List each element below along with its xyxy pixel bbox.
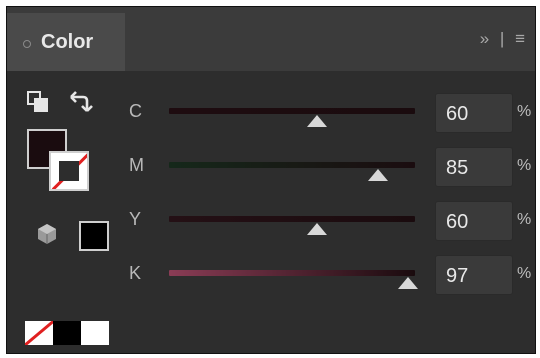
slider-row-y: Y 60 % <box>7 201 535 241</box>
slider-label-c: C <box>129 101 142 121</box>
panel-header: Color » | ≡ <box>7 7 535 71</box>
panel-controls: » | ≡ <box>474 29 525 49</box>
slider-track-c[interactable] <box>169 108 415 114</box>
value-field-k[interactable]: 97 <box>435 255 513 295</box>
value-field-m[interactable]: 85 <box>435 147 513 187</box>
slider-thumb-y[interactable] <box>306 223 327 235</box>
collapse-chevron-icon[interactable]: » <box>480 29 489 48</box>
quick-swatches <box>25 321 113 345</box>
slider-thumb-m[interactable] <box>368 169 389 181</box>
panel-body: C 60 % M 85 % Y 60 % K 97 % <box>7 71 535 353</box>
tab-grip-icon[interactable] <box>23 40 31 48</box>
slider-track-m[interactable] <box>169 162 415 168</box>
panel-menu-icon[interactable]: ≡ <box>515 29 525 48</box>
slider-label-y: Y <box>129 209 142 229</box>
slider-label-k: K <box>129 263 142 283</box>
slider-row-m: M 85 % <box>7 147 535 187</box>
white-swatch[interactable] <box>81 321 109 345</box>
color-panel: Color » | ≡ C 60 % M 85 % Y 60 % K 97 % <box>6 6 536 354</box>
slider-label-m: M <box>129 155 144 175</box>
none-swatch[interactable] <box>25 321 53 345</box>
slider-thumb-k[interactable] <box>397 277 418 289</box>
panel-title: Color <box>41 31 94 53</box>
value-field-y[interactable]: 60 <box>435 201 513 241</box>
slider-track-y[interactable] <box>169 216 415 222</box>
unit-k: % <box>517 265 532 282</box>
divider: | <box>499 29 505 48</box>
slider-track-k[interactable] <box>169 270 415 276</box>
value-field-c[interactable]: 60 <box>435 93 513 133</box>
unit-c: % <box>517 103 532 120</box>
unit-m: % <box>517 157 532 174</box>
slider-row-k: K 97 % <box>7 255 535 295</box>
slider-row-c: C 60 % <box>7 93 535 133</box>
slider-thumb-c[interactable] <box>306 115 327 127</box>
unit-y: % <box>517 211 532 228</box>
black-swatch[interactable] <box>53 321 81 345</box>
tab-color[interactable]: Color <box>7 13 125 71</box>
